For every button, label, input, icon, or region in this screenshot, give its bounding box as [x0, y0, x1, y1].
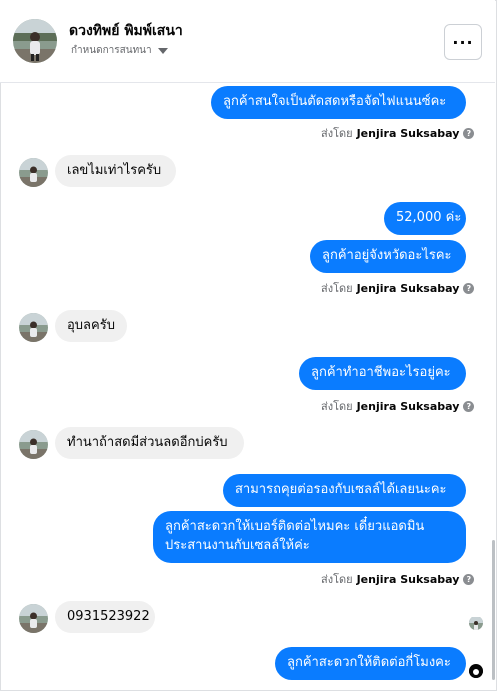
sent-by-prefix: ส่งโดย	[321, 400, 353, 413]
incoming-message[interactable]: อุบลครับ	[55, 310, 127, 342]
conversation-status-dropdown[interactable]: กำหนดการสนทนา	[71, 43, 168, 58]
delivered-status-icon	[469, 664, 483, 678]
conversation-status-label: กำหนดการสนทนา	[71, 45, 152, 56]
caret-down-icon	[157, 47, 168, 54]
question-icon[interactable]: ?	[463, 400, 475, 412]
sent-by-label: ส่งโดย Jenjira Suksabay ?	[321, 279, 475, 297]
contact-avatar-small	[19, 313, 48, 342]
outgoing-message[interactable]: 52,000 ค่ะ	[384, 202, 466, 235]
message-line: ประสานงานกับเซลล์ให้ค่ะ	[165, 538, 310, 553]
question-icon[interactable]: ?	[463, 573, 475, 585]
sent-by-agent: Jenjira Suksabay	[356, 399, 460, 413]
sent-by-label: ส่งโดย Jenjira Suksabay ?	[321, 570, 475, 588]
sent-by-prefix: ส่งโดย	[321, 573, 353, 586]
outgoing-message[interactable]: ลูกค้าอยู่จังหวัดอะไรคะ	[310, 240, 466, 273]
seen-avatar-icon	[469, 616, 483, 630]
outgoing-message[interactable]: ลูกค้าสะดวกให้เบอร์ติดต่อไหมคะ เดี๋ยวแอด…	[153, 511, 466, 563]
sent-by-label: ส่งโดย Jenjira Suksabay ?	[321, 397, 475, 415]
contact-avatar-small	[19, 604, 48, 633]
sent-by-prefix: ส่งโดย	[321, 127, 353, 140]
contact-avatar[interactable]	[13, 19, 57, 63]
question-icon[interactable]: ?	[463, 282, 475, 294]
outgoing-message[interactable]: ลูกค้าสนใจเป็นตัดสดหรือจัดไฟแนนซ์คะ	[211, 86, 466, 119]
sent-by-agent: Jenjira Suksabay	[356, 572, 460, 586]
incoming-message[interactable]: ทำนาถ้าสดมีส่วนลดอีกบ่ครับ	[55, 427, 244, 459]
sent-by-prefix: ส่งโดย	[321, 282, 353, 295]
contact-avatar-small	[19, 430, 48, 459]
sent-by-agent: Jenjira Suksabay	[356, 281, 460, 295]
incoming-message[interactable]: เลขไมเท่าไรครับ	[55, 155, 176, 187]
outgoing-message[interactable]: ลูกค้าสะดวกให้ติดต่อกี่โมงคะ	[275, 647, 466, 680]
message-line: ลูกค้าสะดวกให้เบอร์ติดต่อไหมคะ เดี๋ยวแอด…	[165, 519, 425, 534]
outgoing-message[interactable]: ลูกค้าทำอาชีพอะไรอยู่คะ	[299, 357, 466, 390]
contact-name: ดวงทิพย์ พิมพ์เสนา	[69, 23, 183, 39]
sent-by-agent: Jenjira Suksabay	[356, 126, 460, 140]
sent-by-label: ส่งโดย Jenjira Suksabay ?	[321, 124, 475, 142]
more-horizontal-icon: ···	[452, 32, 474, 52]
scrollbar[interactable]	[492, 540, 495, 680]
more-options-button[interactable]: ···	[444, 24, 482, 60]
incoming-message[interactable]: 0931523922	[55, 601, 155, 633]
outgoing-message[interactable]: สามารถคุยต่อรองกับเซลล์ได้เลยนะคะ	[223, 474, 466, 507]
contact-avatar-small	[19, 158, 48, 187]
question-icon[interactable]: ?	[463, 127, 475, 139]
chat-header: ดวงทิพย์ พิมพ์เสนา กำหนดการสนทนา ···	[0, 0, 495, 83]
